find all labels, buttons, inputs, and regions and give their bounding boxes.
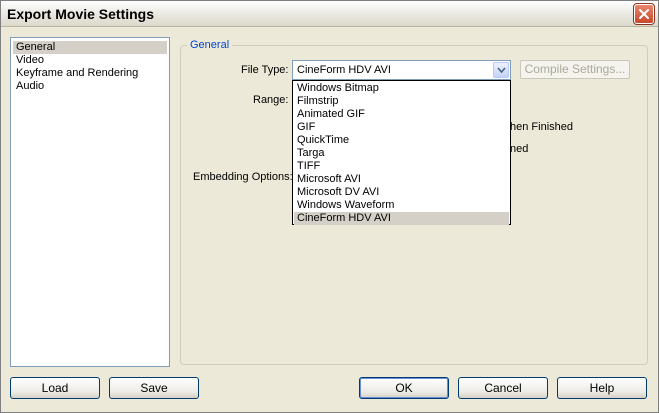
range-label: Range: [253,94,289,106]
export-movie-settings-dialog: Export Movie Settings General Video Keyf… [0,0,659,413]
load-button[interactable]: Load [10,377,100,399]
compile-settings-button[interactable]: Compile Settings... [520,60,630,79]
save-button[interactable]: Save [109,377,199,399]
file-type-option[interactable]: QuickTime [294,134,509,147]
file-type-option[interactable]: Windows Waveform [294,199,509,212]
general-group-label: General [187,39,233,51]
file-type-select[interactable]: CineForm HDV AVI [292,60,511,80]
file-type-option-selected[interactable]: CineForm HDV AVI [294,212,509,225]
category-item-audio[interactable]: Audio [13,80,167,93]
file-type-option[interactable]: TIFF [294,160,509,173]
file-type-label: File Type: [241,64,289,76]
category-item-video[interactable]: Video [13,54,167,67]
ok-button[interactable]: OK [359,377,449,399]
file-type-option[interactable]: Windows Bitmap [294,82,509,95]
category-item-keyframe-and-rendering[interactable]: Keyframe and Rendering [13,67,167,80]
category-list[interactable]: General Video Keyframe and Rendering Aud… [10,37,170,367]
title-bar[interactable]: Export Movie Settings [1,1,658,27]
file-type-option[interactable]: Microsoft DV AVI [294,186,509,199]
when-finished-option-partial: hen Finished [510,121,573,133]
file-type-option[interactable]: Animated GIF [294,108,509,121]
file-type-dropdown-button[interactable] [493,62,509,78]
file-type-value: CineForm HDV AVI [297,64,391,76]
category-item-general[interactable]: General [13,41,167,54]
chevron-down-icon [497,67,506,74]
file-type-option[interactable]: Filmstrip [294,95,509,108]
help-button[interactable]: Help [557,377,647,399]
window-title: Export Movie Settings [7,6,155,22]
embedding-options-label: Embedding Options: [193,171,293,183]
file-type-option[interactable]: Targa [294,147,509,160]
finished-option-partial: ned [510,143,529,155]
file-type-option[interactable]: GIF [294,121,509,134]
close-button[interactable] [633,3,655,25]
file-type-dropdown-list[interactable]: Windows Bitmap Filmstrip Animated GIF GI… [292,80,511,225]
file-type-option[interactable]: Microsoft AVI [294,173,509,186]
cancel-button[interactable]: Cancel [458,377,548,399]
close-icon [639,9,649,19]
